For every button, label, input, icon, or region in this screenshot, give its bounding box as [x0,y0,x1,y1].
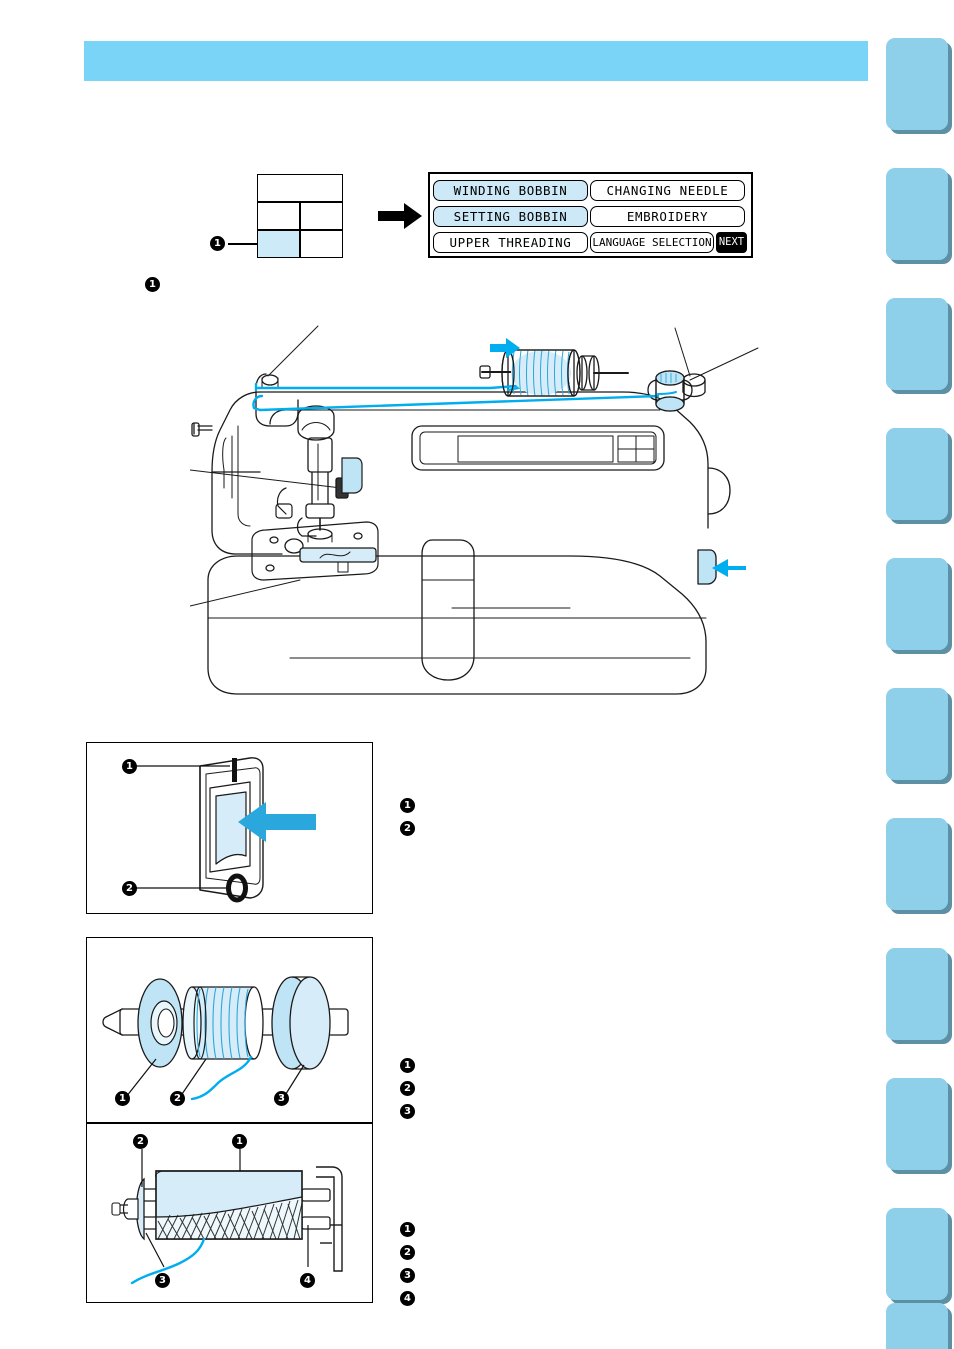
lcd-row-3: UPPER THREADING LANGUAGE SELECTION NEXT [433,229,748,255]
legend-marker-2: 2 [400,1245,415,1260]
side-tab-9[interactable] [886,1078,948,1170]
side-tab-7[interactable] [886,818,948,910]
lcd-button-language-selection[interactable]: LANGUAGE SELECTION [590,231,714,253]
lcd-row-1: WINDING BOBBIN CHANGING NEEDLE [433,177,748,203]
map-cell-1 [257,174,343,202]
cone-marker-1: 1 [232,1134,247,1149]
legend-marker-2: 2 [400,821,415,836]
lcd-button-next[interactable]: NEXT [716,231,747,253]
lcd-menu-screen: WINDING BOBBIN CHANGING NEEDLE SETTING B… [428,172,753,258]
side-tab-4[interactable] [886,428,948,520]
switch-on-symbol [232,758,237,782]
cone-marker-3: 3 [155,1273,170,1288]
side-tab-10[interactable] [886,1208,948,1300]
spool-marker-1: 1 [115,1091,130,1106]
map-callout-marker: 1 [210,236,225,251]
map-cell-2 [257,202,300,230]
lcd-button-upper-threading[interactable]: UPPER THREADING [433,231,588,253]
side-tab-1[interactable] [886,38,948,130]
side-tab-strip [886,38,954,1349]
map-leader-line [228,243,258,245]
legend-marker-3: 3 [400,1104,415,1119]
spool-marker-2: 2 [170,1091,185,1106]
lcd-button-embroidery[interactable]: EMBROIDERY [590,205,745,227]
legend-marker-1: 1 [400,1222,415,1237]
map-cell-5 [300,230,343,258]
legend-marker-1: 1 [400,1058,415,1073]
map-cell-4-highlighted [257,230,300,258]
lcd-row-2: SETTING BOBBIN EMBROIDERY [433,203,748,229]
sewing-machine-illustration [190,325,759,695]
function-map [257,174,343,258]
legend-marker-4: 4 [400,1291,415,1306]
side-tab-6[interactable] [886,688,948,780]
legend-marker-3: 3 [400,1268,415,1283]
power-switch-legend: 1 2 [400,798,415,844]
side-tab-3[interactable] [886,298,948,390]
map-cell-3 [300,202,343,230]
lcd-button-setting-bobbin[interactable]: SETTING BOBBIN [433,205,588,227]
side-tab-8[interactable] [886,948,948,1040]
cone-marker-4: 4 [300,1273,315,1288]
side-tab-5[interactable] [886,558,948,650]
manual-page: 1 WINDING BOBBIN CHANGING NEEDLE SETTING… [0,0,954,1349]
legend-marker-2: 2 [400,1081,415,1096]
page-header-band [84,41,868,81]
legend-marker-1: 1 [400,798,415,813]
side-tab-2[interactable] [886,168,948,260]
switch-marker-2: 2 [122,881,137,896]
lcd-button-winding-bobbin[interactable]: WINDING BOBBIN [433,179,588,201]
cross-wound-spool-illustration [111,1149,343,1285]
side-tab-11[interactable] [886,1303,948,1349]
spool-legend: 1 2 3 [400,1058,415,1127]
spool-marker-3: 3 [274,1091,289,1106]
step-callout-marker: 1 [145,277,160,292]
cone-marker-2: 2 [133,1134,148,1149]
switch-marker-1: 1 [122,759,137,774]
spool-caps-illustration [102,976,349,1101]
lcd-button-changing-needle[interactable]: CHANGING NEEDLE [590,179,745,201]
cone-legend: 1 2 3 4 [400,1222,415,1314]
flow-arrow-icon [378,203,422,229]
